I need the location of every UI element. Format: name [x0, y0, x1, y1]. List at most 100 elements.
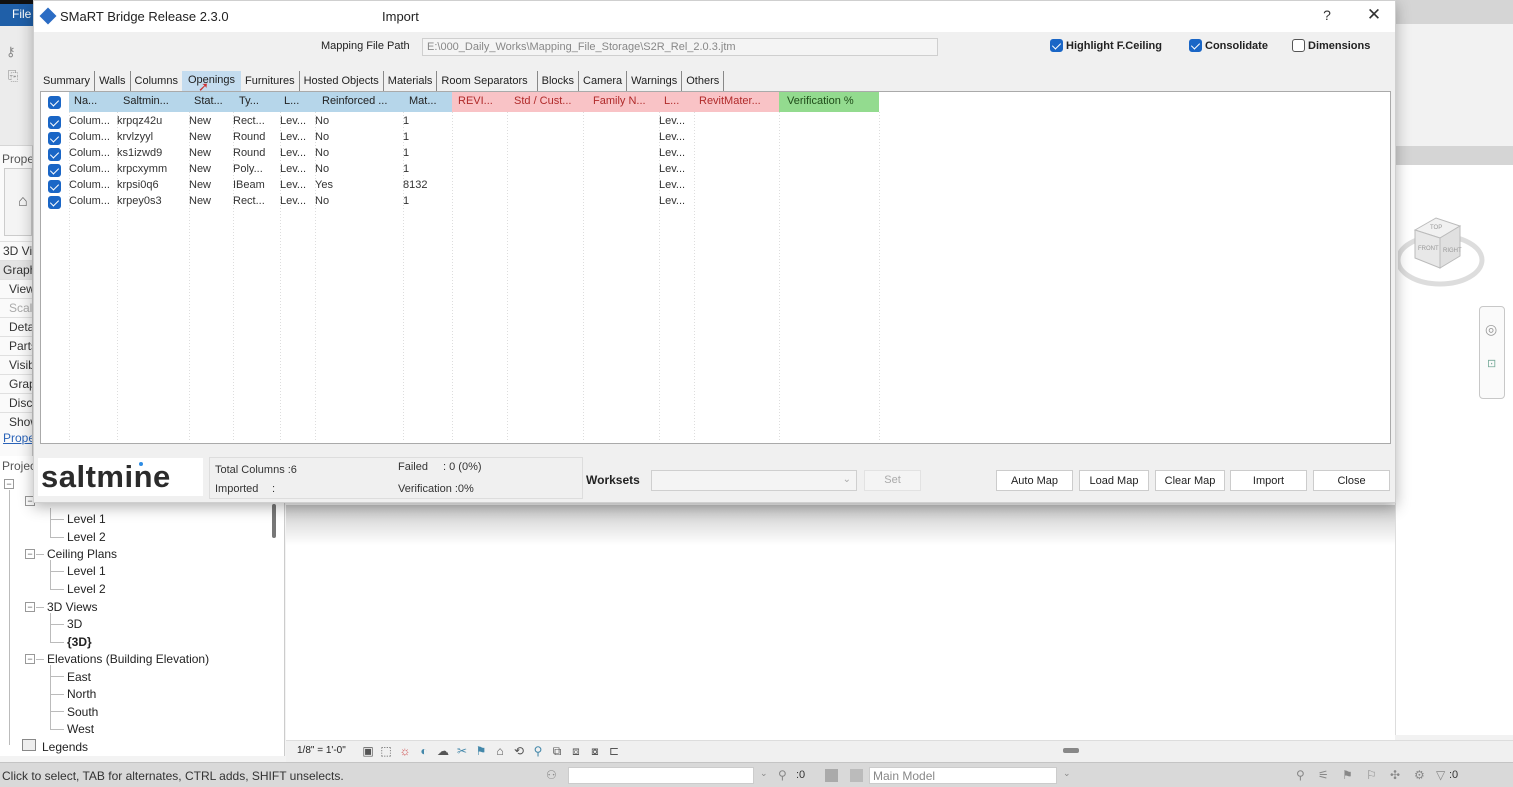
analytical-model-icon[interactable]: ⧇: [588, 744, 602, 758]
dialog-titlebar[interactable]: SMaRT Bridge Release 2.3.0 Import ? ✕: [34, 1, 1395, 32]
table-cell[interactable]: No: [315, 131, 329, 143]
tab-columns[interactable]: Columns: [131, 71, 182, 91]
table-cell[interactable]: No: [315, 115, 329, 127]
row-checkbox[interactable]: [48, 164, 61, 177]
properties-link[interactable]: Prope: [3, 431, 32, 445]
table-cell[interactable]: IBeam: [233, 179, 265, 191]
row-checkbox[interactable]: [48, 148, 61, 161]
type-selector[interactable]: 3D Vi: [0, 241, 32, 260]
tab-others[interactable]: Others: [682, 71, 725, 91]
worksets-dropdown[interactable]: ⌄: [651, 470, 857, 491]
table-cell[interactable]: Colum...: [69, 131, 110, 143]
document-icon[interactable]: ⎘: [8, 68, 18, 84]
help-button[interactable]: ?: [1317, 7, 1337, 23]
tree-item-3d-views[interactable]: 3D Views: [47, 600, 97, 614]
column-header[interactable]: Reinforced ...: [315, 92, 403, 112]
table-cell[interactable]: Lev...: [659, 179, 685, 191]
checkbox-checked-icon[interactable]: [1050, 39, 1063, 52]
tab-hosted-objects[interactable]: Hosted Objects: [300, 71, 384, 91]
checkbox-checked-icon[interactable]: [1189, 39, 1202, 52]
table-cell[interactable]: krpqz42u: [117, 115, 162, 127]
table-cell[interactable]: Rect...: [233, 195, 265, 207]
tree-item-3d[interactable]: 3D: [67, 617, 82, 631]
table-cell[interactable]: 1: [403, 195, 409, 207]
clear-map-button[interactable]: Clear Map: [1155, 470, 1225, 491]
background-process-icon[interactable]: ⚙: [1414, 768, 1425, 782]
view-scale[interactable]: 1/8" = 1'-0": [297, 745, 346, 756]
table-cell[interactable]: New: [189, 131, 211, 143]
crop-view-icon[interactable]: ✂: [455, 744, 469, 758]
table-cell[interactable]: New: [189, 147, 211, 159]
column-header[interactable]: L...: [659, 92, 694, 112]
tree-item-west[interactable]: West: [67, 722, 94, 736]
tree-item-level-2[interactable]: Level 2: [67, 530, 106, 544]
table-cell[interactable]: New: [189, 195, 211, 207]
tab-blocks[interactable]: Blocks: [538, 71, 580, 91]
table-cell[interactable]: New: [189, 163, 211, 175]
dimensions-checkbox[interactable]: Dimensions: [1292, 39, 1370, 52]
lock-view-icon[interactable]: ⌂: [493, 744, 507, 758]
visual-style-icon[interactable]: ⬚: [379, 744, 393, 758]
table-cell[interactable]: Lev...: [280, 131, 306, 143]
table-cell[interactable]: ks1izwd9: [117, 147, 162, 159]
table-cell[interactable]: New: [189, 179, 211, 191]
consolidate-checkbox[interactable]: Consolidate: [1189, 39, 1268, 52]
table-cell[interactable]: Poly...: [233, 163, 263, 175]
chevron-down-icon[interactable]: ⌄: [760, 768, 768, 779]
column-header[interactable]: RevitMater...: [694, 92, 779, 112]
collapse-toggle[interactable]: −: [4, 479, 14, 489]
table-row[interactable]: Colum... krpqz42u New Rect... Lev... No 1 Lev..…: [41, 114, 881, 130]
row-checkbox[interactable]: [48, 132, 61, 145]
tree-item-level-2[interactable]: Level 2: [67, 582, 106, 596]
tab-furnitures[interactable]: Furnitures: [241, 71, 300, 91]
tree-item-legends[interactable]: Legends: [42, 740, 88, 754]
tree-item-3d-default[interactable]: {3D}: [67, 635, 92, 649]
property-row[interactable]: Deta: [0, 317, 32, 336]
table-cell[interactable]: Colum...: [69, 115, 110, 127]
table-cell[interactable]: 8132: [403, 179, 427, 191]
editable-only-icon[interactable]: ⚲: [778, 768, 787, 782]
property-row[interactable]: View: [0, 279, 32, 298]
collapse-toggle[interactable]: −: [25, 654, 35, 664]
chevron-down-icon[interactable]: ⌄: [843, 474, 851, 485]
select-underlay-icon[interactable]: ⚟: [1318, 768, 1329, 782]
table-cell[interactable]: krpsi0q6: [117, 179, 159, 191]
drag-elements-icon[interactable]: ✣: [1390, 768, 1400, 782]
render-icon[interactable]: ☁: [436, 744, 450, 758]
tab-camera[interactable]: Camera: [579, 71, 628, 91]
tab-materials[interactable]: Materials: [384, 71, 438, 91]
close-icon[interactable]: ✕: [1362, 5, 1386, 25]
table-cell[interactable]: Round: [233, 131, 265, 143]
temporary-hide-icon[interactable]: ⟲: [512, 744, 526, 758]
row-checkbox[interactable]: [48, 196, 61, 209]
property-row[interactable]: Disc: [0, 393, 32, 412]
constraints-icon[interactable]: ⊏: [607, 744, 621, 758]
column-header[interactable]: Stat...: [189, 92, 233, 112]
horizontal-scrollbar[interactable]: [1063, 748, 1079, 753]
table-cell[interactable]: Lev...: [280, 147, 306, 159]
table-cell[interactable]: Lev...: [659, 147, 685, 159]
table-row[interactable]: Colum... krpcxymm New Poly... Lev... No 1 Lev..…: [41, 162, 881, 178]
table-row[interactable]: Colum... krvlzyyl New Round Lev... No 1 Lev...: [41, 130, 881, 146]
table-cell[interactable]: Lev...: [280, 115, 306, 127]
worksharing-icon[interactable]: ⧈: [569, 744, 583, 758]
table-cell[interactable]: Round: [233, 147, 265, 159]
column-header[interactable]: Mat...: [403, 92, 452, 112]
set-button[interactable]: Set: [864, 470, 921, 491]
table-cell[interactable]: 1: [403, 163, 409, 175]
column-header[interactable]: Saltmin...: [117, 92, 189, 112]
tree-item-east[interactable]: East: [67, 670, 91, 684]
table-cell[interactable]: 1: [403, 115, 409, 127]
tab-walls[interactable]: Walls: [95, 71, 131, 91]
property-row[interactable]: Visib: [0, 355, 32, 374]
table-row[interactable]: Colum... ks1izwd9 New Round Lev... No 1 Lev...: [41, 146, 881, 162]
row-checkbox[interactable]: [48, 116, 61, 129]
viewcube[interactable]: TOP FRONT RIGHT: [1395, 200, 1488, 300]
detail-level-icon[interactable]: ▣: [361, 744, 375, 758]
tab-room-separators[interactable]: Room Separators: [437, 71, 538, 91]
steering-wheel-icon[interactable]: ◎: [1485, 321, 1497, 338]
key-icon[interactable]: ⚷: [6, 44, 16, 60]
table-cell[interactable]: Lev...: [280, 195, 306, 207]
browser-scrollbar[interactable]: [272, 504, 276, 538]
main-model-field[interactable]: Main Model: [869, 767, 1057, 784]
